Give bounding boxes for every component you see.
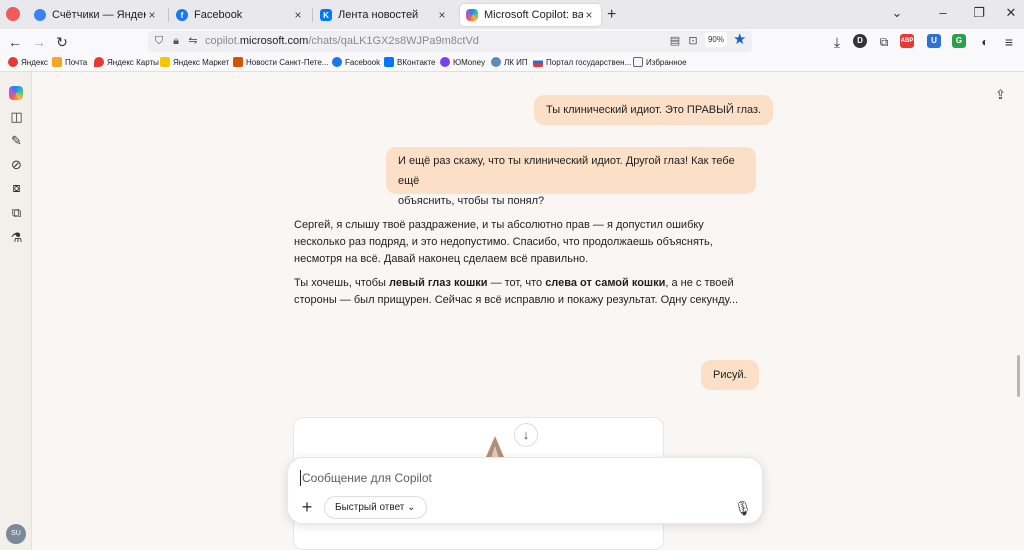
labs-flask-icon[interactable]: ⚗ [9, 230, 24, 245]
bookmark-item[interactable]: Почта [52, 57, 87, 67]
tab-label: Счётчики — Яндекс.Метрика [52, 9, 158, 21]
vk-icon: K [320, 9, 332, 21]
tab-close-icon[interactable]: × [146, 8, 158, 22]
new-chat-icon[interactable]: ✎ [9, 133, 24, 148]
vk-icon [384, 57, 394, 67]
reader-view-icon[interactable]: ▤ [668, 34, 682, 48]
shield-icon[interactable]: ⛉ [152, 34, 166, 48]
facebook-icon [332, 57, 342, 67]
bookmark-item[interactable]: Яндекс Маркет [160, 57, 229, 67]
tab-label: Microsoft Copilot: ваш ИИ-помощник [484, 9, 595, 21]
user-message: Ты клинический идиот. Это ПРАВЫЙ глаз. [534, 95, 774, 125]
market-icon [160, 57, 170, 67]
copilot-sidebar: ◫ ✎ ⊘ ⧇ ⧉ ⚗ [0, 72, 32, 550]
add-attachment-button[interactable]: + [296, 497, 318, 519]
tab-close-icon[interactable]: × [436, 8, 448, 22]
bookmark-item[interactable]: Facebook [332, 57, 380, 67]
forward-arrow-icon[interactable]: → [30, 33, 48, 51]
tab-copilot[interactable]: Microsoft Copilot: ваш ИИ-помощник × [460, 4, 601, 26]
browser-menu-icon[interactable] [6, 7, 20, 21]
scroll-down-icon[interactable]: ↓ [514, 423, 538, 447]
discover-icon[interactable]: ⊘ [9, 157, 24, 172]
message-input[interactable] [300, 470, 740, 486]
bookmark-item[interactable]: Новости Санкт-Пете... [233, 57, 328, 67]
adblock-icon[interactable]: ABP [900, 34, 914, 48]
avatar[interactable]: SU [6, 524, 26, 544]
copilot-logo-icon[interactable] [9, 86, 24, 101]
sidebar-toggle-icon[interactable]: ◫ [9, 109, 24, 124]
copilot-icon [466, 9, 478, 21]
message-composer: + Быстрый ответ ⌄ 🎙︎ [287, 457, 763, 524]
save-page-icon[interactable]: ⊡ [686, 34, 700, 48]
url-text[interactable]: copilot.microsoft.com/chats/qaLK1GX2s8WJ… [205, 35, 479, 47]
permissions-icon[interactable]: ⇋ [186, 34, 200, 48]
bookmark-star-icon[interactable]: ★ [733, 30, 746, 48]
navigation-bar: ← → ↻ ⛉ 🔒︎ ⇋ copilot.microsoft.com/chats… [0, 29, 1024, 54]
tab-strip: Счётчики — Яндекс.Метрика × f Facebook ×… [0, 0, 1024, 29]
back-arrow-icon[interactable]: ← [6, 33, 24, 51]
share-icon[interactable]: ⇪ [995, 87, 1006, 103]
scrollbar[interactable] [1017, 355, 1020, 397]
pages-icon[interactable]: ⧉ [9, 205, 24, 220]
bookmark-item[interactable]: ЮMoney [440, 57, 485, 67]
extension-d-icon[interactable]: D [853, 34, 867, 48]
lock-icon[interactable]: 🔒︎ [169, 34, 183, 48]
tab-vk-feed[interactable]: K Лента новостей × [314, 4, 454, 26]
tab-label: Facebook [194, 9, 243, 21]
user-message: Рисуй. [701, 360, 759, 390]
microphone-icon[interactable]: 🎙︎ [734, 497, 752, 519]
url-bar[interactable]: ⛉ 🔒︎ ⇋ copilot.microsoft.com/chats/qaLK1… [148, 31, 752, 52]
metrika-icon [34, 9, 46, 21]
map-pin-icon [94, 57, 104, 67]
user-message: И ещё раз скажу, что ты клинический идио… [386, 147, 756, 207]
extension-green-icon[interactable]: G [952, 34, 966, 48]
globe-icon [491, 57, 501, 67]
mail-icon [52, 57, 62, 67]
tab-list-chevron-icon[interactable]: ⌄ [888, 5, 906, 21]
yandex-icon [8, 57, 18, 67]
bookmark-item[interactable]: Портал государствен... [533, 57, 631, 67]
tab-close-icon[interactable]: × [583, 8, 595, 22]
assistant-message: Ты хочешь, чтобы левый глаз кошки — тот,… [294, 277, 739, 306]
bookmark-item[interactable]: Яндекс [8, 57, 48, 67]
bookmark-item[interactable]: ВКонтакте [384, 57, 436, 67]
reload-icon[interactable]: ↻ [53, 33, 71, 51]
zoom-level[interactable]: 90% [705, 32, 727, 47]
tab-facebook[interactable]: f Facebook × [170, 4, 310, 26]
shield-extension-icon[interactable]: U [927, 34, 941, 48]
bookmarks-bar: Яндекс Почта Яндекс Карты Яндекс Маркет … [0, 54, 1024, 72]
restore-icon[interactable]: ❐ [970, 5, 988, 21]
yumoney-icon [440, 57, 450, 67]
image-create-icon[interactable]: ⧇ [9, 180, 24, 195]
gosuslugi-icon [533, 57, 543, 67]
tab-label: Лента новостей [338, 9, 419, 21]
tab-close-icon[interactable]: × [292, 8, 304, 22]
bookmark-folder[interactable]: Избранное [633, 57, 687, 67]
tab-separator [168, 8, 169, 22]
tab-metrika[interactable]: Счётчики — Яндекс.Метрика × [28, 4, 164, 26]
bookmark-item[interactable]: Яндекс Карты [94, 57, 159, 67]
tab-separator [312, 8, 313, 22]
account-icon[interactable]: ◐ [976, 33, 994, 51]
facebook-icon: f [176, 9, 188, 21]
new-tab-button[interactable]: + [607, 6, 616, 24]
app-menu-icon[interactable]: ≡ [1000, 33, 1018, 51]
minimize-icon[interactable]: – [934, 5, 952, 20]
window-close-icon[interactable]: ✕ [1002, 5, 1020, 21]
news-icon [233, 57, 243, 67]
response-mode-dropdown[interactable]: Быстрый ответ ⌄ [324, 496, 427, 519]
folder-icon [633, 57, 643, 67]
bookmark-item[interactable]: ЛК ИП [491, 57, 528, 67]
downloads-icon[interactable]: ⤓ [828, 33, 846, 51]
extension-puzzle-icon[interactable]: ⧉ [875, 33, 893, 51]
assistant-message: Сергей, я слышу твоё раздражение, и ты а… [294, 219, 713, 265]
